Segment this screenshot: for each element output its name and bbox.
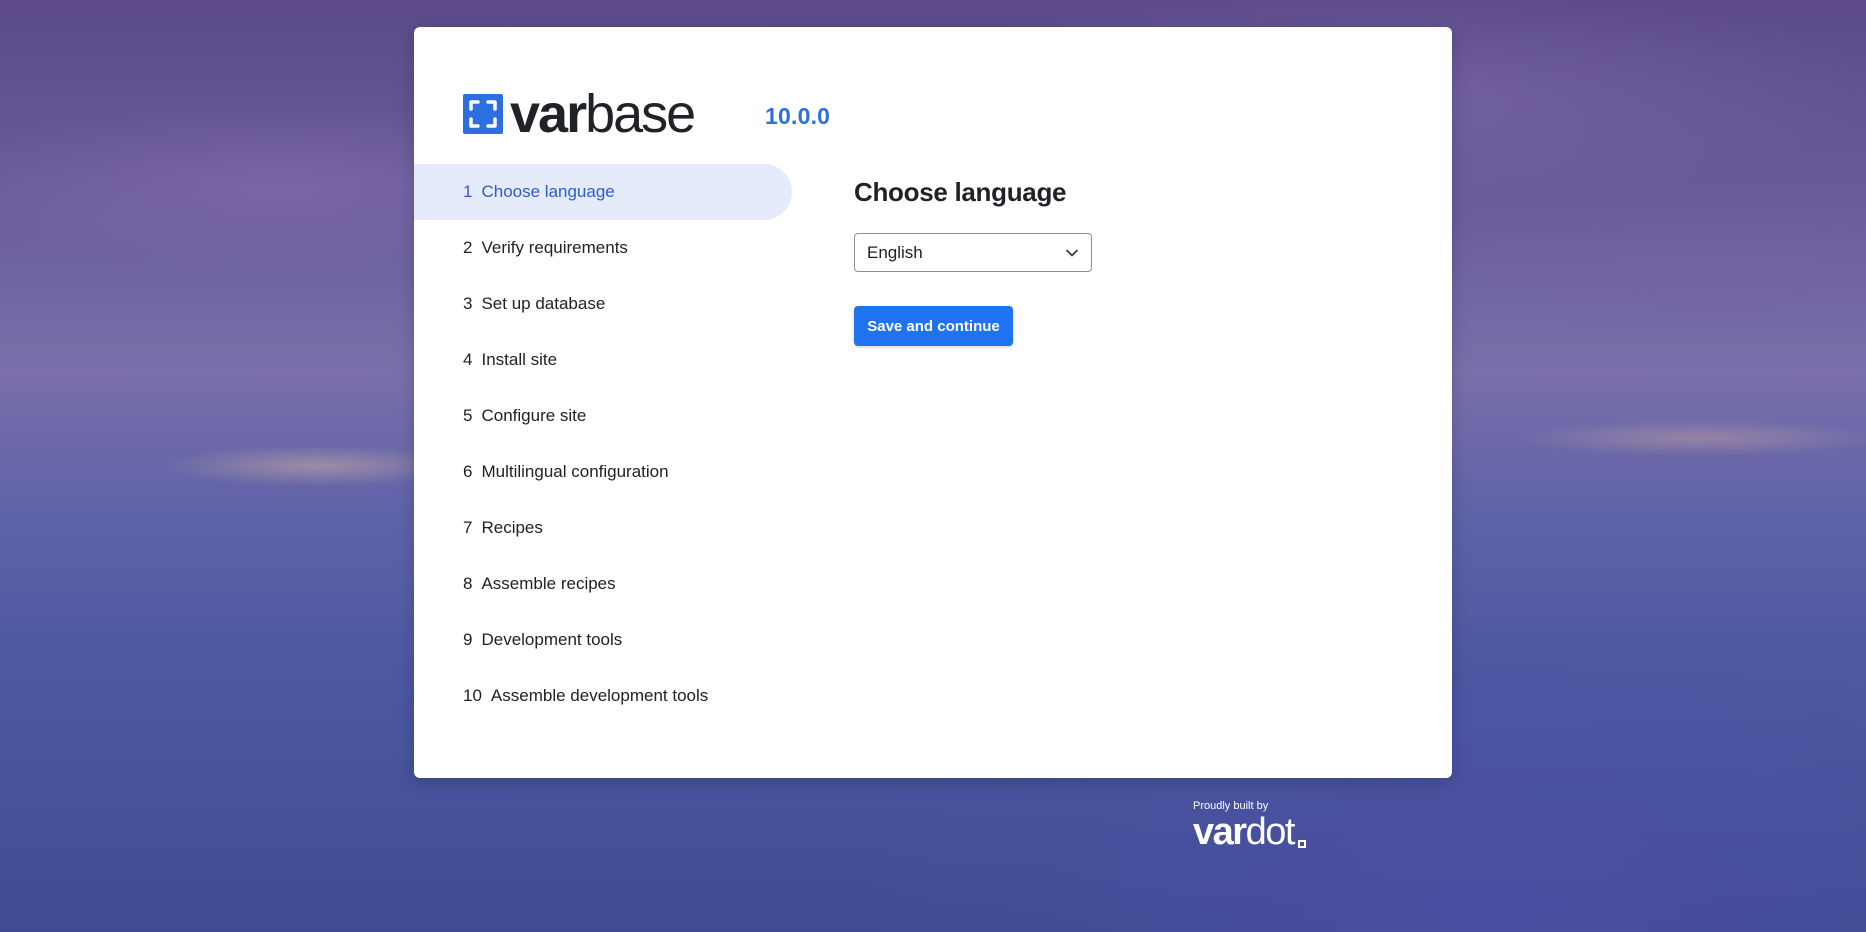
installer-card: varbase 10.0.0 1 Choose language 2 Verify … xyxy=(414,27,1452,778)
step-choose-language: 1 Choose language xyxy=(414,164,792,220)
step-configure-site: 5 Configure site xyxy=(414,388,792,444)
step-label: Assemble development tools xyxy=(490,686,709,705)
step-label: Recipes xyxy=(481,518,543,537)
step-number: 8 xyxy=(463,574,473,593)
step-development-tools: 9 Development tools xyxy=(414,612,792,668)
varbase-logo-text: varbase xyxy=(510,84,696,144)
step-number: 5 xyxy=(463,406,473,425)
step-label: Choose language xyxy=(481,182,615,201)
page-title: Choose language xyxy=(854,177,1067,207)
main-content: Choose language English Save and continu… xyxy=(854,177,1092,346)
step-number: 7 xyxy=(463,518,473,537)
vardot-logo-light: dot xyxy=(1245,811,1296,853)
version-label: 10.0.0 xyxy=(765,103,831,129)
vardot-logo[interactable]: var dot xyxy=(1193,813,1306,851)
step-label: Verify requirements xyxy=(481,238,628,257)
step-label: Assemble recipes xyxy=(481,574,616,593)
step-verify-requirements: 2 Verify requirements xyxy=(414,220,792,276)
varbase-logo-icon xyxy=(463,94,503,134)
step-install-site: 4 Install site xyxy=(414,332,792,388)
step-set-up-database: 3 Set up database xyxy=(414,276,792,332)
step-number: 9 xyxy=(463,630,473,649)
vardot-logo-bold: var xyxy=(1193,811,1247,853)
step-label: Configure site xyxy=(481,406,587,425)
step-label: Development tools xyxy=(481,630,623,649)
step-label: Set up database xyxy=(481,294,606,313)
step-number: 1 xyxy=(463,182,473,201)
installer-steps: 1 Choose language 2 Verify requirements 3S… xyxy=(414,164,792,724)
step-label: Install site xyxy=(481,350,558,369)
footer-credit: Proudly built by var dot xyxy=(1193,800,1306,851)
step-label: Multilingual configuration xyxy=(481,462,669,481)
step-assemble-development-tools: 10 Assemble development tools xyxy=(414,668,792,724)
varbase-logo: varbase xyxy=(463,84,696,144)
step-number: 10 xyxy=(463,686,482,705)
language-select-value: English xyxy=(867,242,923,262)
step-number: 3 xyxy=(463,294,473,313)
step-number: 6 xyxy=(463,462,473,481)
save-and-continue-button[interactable]: Save and continue xyxy=(854,306,1013,346)
step-multilingual-configuration: 6 Multilingual configuration xyxy=(414,444,792,500)
vardot-square-icon xyxy=(1297,840,1306,848)
step-recipes: 7 Recipes xyxy=(414,500,792,556)
step-number: 4 xyxy=(463,350,473,369)
chevron-down-icon xyxy=(1065,245,1079,265)
language-select[interactable]: English xyxy=(854,233,1092,272)
step-number: 2 xyxy=(463,238,473,257)
step-assemble-recipes: 8 Assemble recipes xyxy=(414,556,792,612)
